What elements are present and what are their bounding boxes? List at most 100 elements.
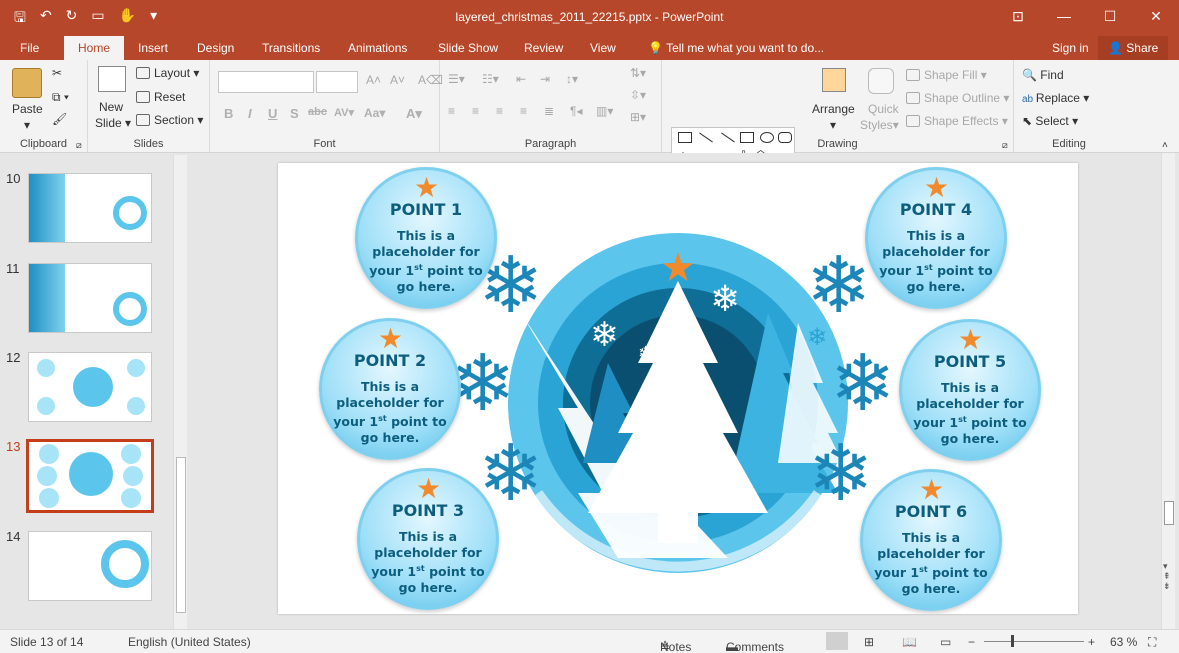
tab-file[interactable]: File [10, 36, 49, 60]
increase-indent-icon[interactable]: ⇥ [540, 72, 550, 86]
tab-home[interactable]: Home [64, 36, 124, 60]
editor-scrollbar[interactable]: ▾ ⇞ ⇟ [1161, 153, 1175, 629]
font-size-combo[interactable] [316, 71, 358, 93]
fit-to-window-icon[interactable]: ⛶ [1148, 635, 1156, 650]
thumbnails-scrollbar[interactable] [173, 155, 187, 629]
point-circle-1[interactable]: ★ POINT 1 This is a placeholder for your 1… [355, 167, 497, 309]
point-circle-4[interactable]: ★ POINT 4 This is a placeholder for your 1… [865, 167, 1007, 309]
reading-view-icon[interactable]: 📖 [902, 635, 917, 649]
grow-font-icon[interactable]: A˄ [366, 73, 381, 87]
new-slide-button[interactable]: Slide ▾ [95, 116, 131, 130]
ribbon-display-icon[interactable]: ⊡ [995, 0, 1041, 32]
bold-icon[interactable]: B [224, 106, 233, 121]
align-text-icon[interactable]: ⇳▾ [630, 88, 646, 102]
point-circle-3[interactable]: ★ POINT 3 This is a placeholder for your 1… [357, 468, 499, 610]
shape-outline-button[interactable]: Shape Outline ▾ [906, 91, 1009, 105]
tab-slide-show[interactable]: Slide Show [428, 36, 508, 60]
align-left-icon[interactable]: ≡ [448, 104, 455, 118]
new-slide-icon[interactable] [98, 66, 126, 92]
new-slide-label-1[interactable]: New [99, 100, 123, 114]
zoom-level[interactable]: 63 % [1110, 635, 1137, 649]
font-color-icon[interactable]: A▾ [406, 106, 422, 122]
reset-button[interactable]: Reset [136, 90, 185, 104]
align-right-icon[interactable]: ≡ [496, 104, 503, 118]
language-indicator[interactable]: English (United States) [128, 635, 251, 649]
shrink-font-icon[interactable]: A˅ [390, 73, 405, 87]
drawing-launcher-icon[interactable]: ⧄ [1002, 140, 1008, 151]
cut-icon[interactable]: ✂ [52, 66, 62, 80]
rectangle-shape-icon[interactable] [740, 132, 754, 143]
format-painter-icon[interactable]: 🖌 [52, 112, 67, 126]
slide-canvas[interactable]: ★ ❄ ❄ ❄ ❄ ❄ ❄ ❄ ❄ ❄ ❄ ★ POINT 1 This is … [278, 163, 1078, 614]
arrange-button[interactable]: Arrange [812, 102, 855, 116]
prev-next-slide-icons[interactable]: ▾ ⇞ ⇟ [1163, 561, 1171, 591]
normal-view-icon[interactable] [826, 632, 848, 650]
tab-design[interactable]: Design [187, 36, 244, 60]
quick-styles-icon[interactable] [868, 68, 894, 94]
tab-view[interactable]: View [580, 36, 626, 60]
copy-icon[interactable]: ⧉ ▾ [52, 90, 69, 105]
tab-transitions[interactable]: Transitions [252, 36, 330, 60]
shape-effects-button[interactable]: Shape Effects ▾ [906, 114, 1008, 128]
numbering-icon[interactable]: ☷▾ [482, 72, 499, 86]
zoom-in-button[interactable]: + [1088, 635, 1095, 649]
line-shape-icon[interactable] [699, 132, 713, 143]
text-direction-icon[interactable]: ⇅▾ [630, 66, 646, 80]
layout-button[interactable]: Layout ▾ [136, 66, 199, 80]
distributed-icon[interactable]: ≣ [544, 104, 554, 118]
smartart-icon[interactable]: ⊞▾ [630, 110, 646, 124]
italic-icon[interactable]: I [248, 106, 252, 121]
decrease-indent-icon[interactable]: ⇤ [516, 72, 526, 86]
align-center-icon[interactable]: ≡ [472, 104, 479, 118]
point-circle-6[interactable]: ★ POINT 6 This is a placeholder for your 1… [860, 469, 1002, 611]
character-spacing-icon[interactable]: AV▾ [334, 106, 354, 119]
rtl-icon[interactable]: ¶◂ [570, 104, 582, 118]
change-case-icon[interactable]: Aa▾ [364, 106, 385, 120]
section-button[interactable]: Section ▾ [136, 113, 203, 127]
quick-styles-label-1[interactable]: Quick [868, 102, 899, 116]
justify-icon[interactable]: ≡ [520, 104, 527, 118]
minimize-button[interactable]: — [1041, 0, 1087, 32]
arrange-dropdown-icon[interactable]: ▾ [830, 118, 836, 132]
slideshow-view-icon[interactable]: ▭ [940, 635, 951, 649]
paste-icon[interactable] [12, 68, 42, 98]
rounded-rect-shape-icon[interactable] [778, 132, 792, 143]
slide-thumbnail[interactable] [28, 352, 152, 422]
clipboard-launcher-icon[interactable]: ⧄ [76, 140, 82, 151]
tab-animations[interactable]: Animations [338, 36, 417, 60]
slide-thumbnail[interactable] [28, 263, 152, 333]
share-button[interactable]: 👤 Share [1098, 36, 1169, 60]
tab-insert[interactable]: Insert [128, 36, 178, 60]
replace-button[interactable]: ab Replace ▾ [1022, 91, 1089, 105]
zoom-slider-thumb[interactable] [1011, 635, 1014, 647]
slide-thumbnail[interactable] [28, 173, 152, 243]
tab-review[interactable]: Review [514, 36, 573, 60]
close-button[interactable]: ✕ [1133, 0, 1179, 32]
paste-button[interactable]: Paste [12, 102, 43, 116]
arrange-icon[interactable] [822, 68, 846, 92]
zoom-out-button[interactable]: − [968, 635, 975, 649]
underline-icon[interactable]: U [268, 106, 277, 121]
line-spacing-icon[interactable]: ↕▾ [566, 72, 578, 86]
paste-dropdown-icon[interactable]: ▾ [24, 118, 30, 132]
tell-me-box[interactable]: 💡 Tell me what you want to do... [638, 36, 834, 60]
slide-thumbnail-selected[interactable] [26, 439, 154, 513]
slide-sorter-icon[interactable]: ⊞ [864, 635, 874, 649]
arrow-line-shape-icon[interactable] [721, 132, 735, 143]
select-button[interactable]: ⬉ Select ▾ [1022, 114, 1078, 128]
shape-fill-button[interactable]: Shape Fill ▾ [906, 68, 987, 82]
zoom-slider[interactable] [984, 641, 1084, 642]
editor-scroll-thumb[interactable] [1164, 501, 1174, 525]
strikethrough-icon[interactable]: abc [308, 106, 327, 118]
collapse-ribbon-icon[interactable]: ˄ [1162, 140, 1168, 151]
sign-in-link[interactable]: Sign in [1042, 36, 1099, 60]
point-circle-5[interactable]: ★ POINT 5 This is a placeholder for your 1… [899, 319, 1041, 461]
find-button[interactable]: 🔍 Find [1022, 68, 1064, 82]
bullets-icon[interactable]: ☰▾ [448, 72, 465, 86]
textbox-shape-icon[interactable] [678, 132, 692, 143]
oval-shape-icon[interactable] [760, 132, 774, 143]
slide-thumbnail[interactable] [28, 531, 152, 601]
point-circle-2[interactable]: ★ POINT 2 This is a placeholder for your 1… [319, 318, 461, 460]
thumbnails-scroll-thumb[interactable] [176, 457, 186, 613]
columns-icon[interactable]: ▥▾ [596, 104, 613, 118]
